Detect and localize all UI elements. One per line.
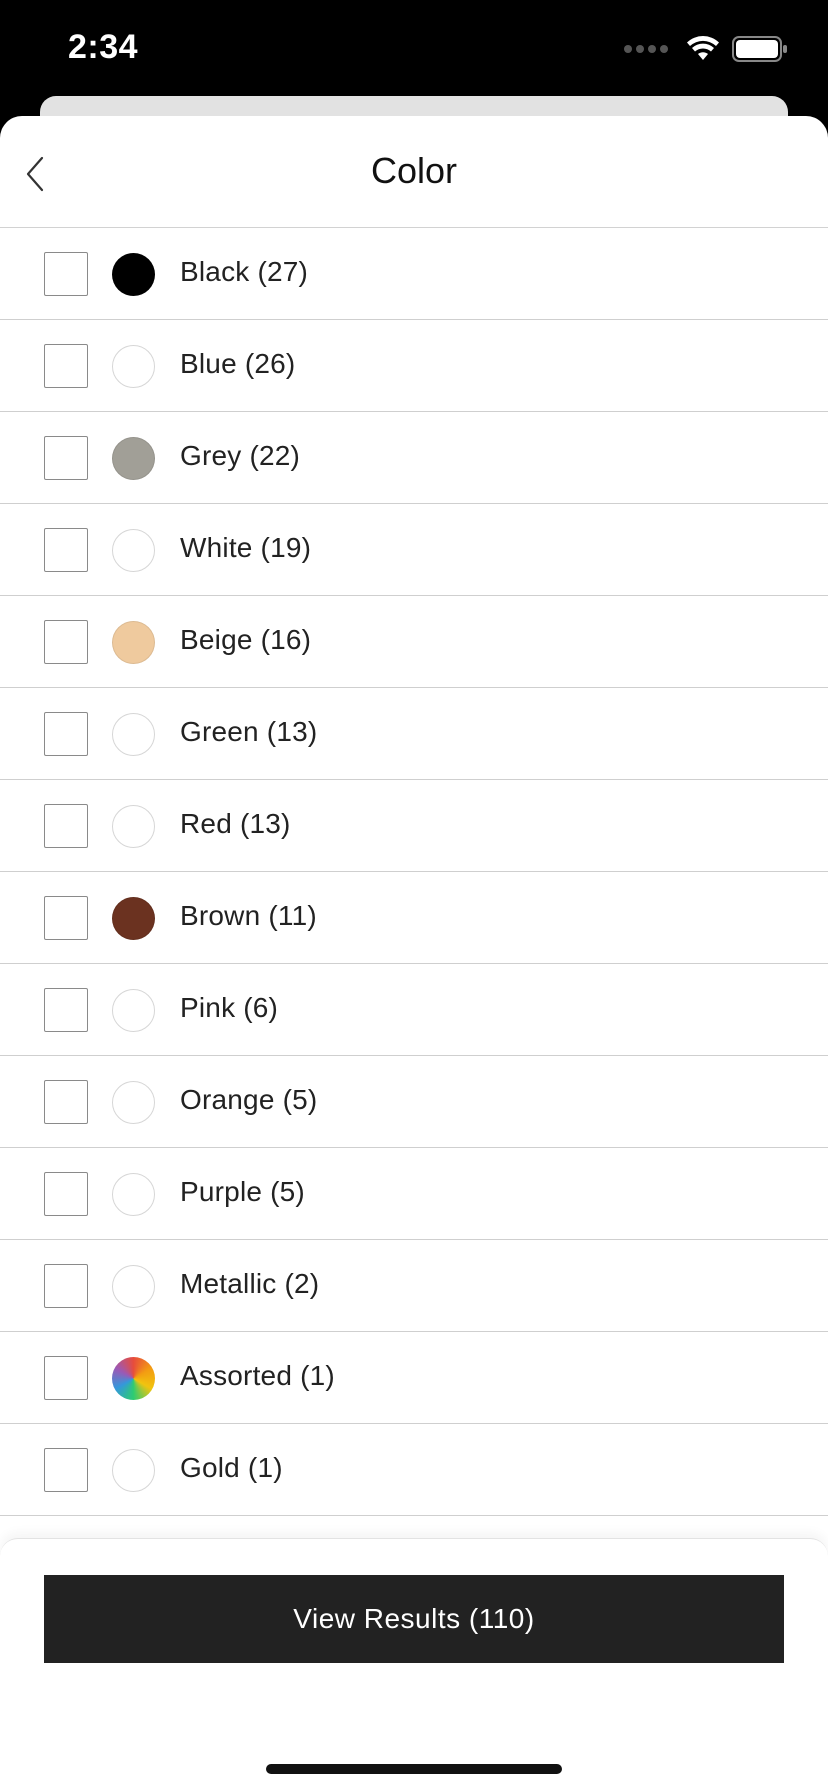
color-option-label: Orange (5)	[180, 1084, 318, 1115]
color-swatch	[112, 805, 155, 848]
color-option-row[interactable]: Pink (6)	[0, 964, 828, 1056]
checkbox[interactable]	[44, 712, 88, 756]
color-option-label: Red (13)	[180, 808, 291, 839]
checkbox[interactable]	[44, 252, 88, 296]
color-option-label: Metallic (2)	[180, 1268, 320, 1299]
cellular-signal-icon	[624, 45, 668, 53]
color-option-row[interactable]: Orange (5)	[0, 1056, 828, 1148]
color-option-label: Blue (26)	[180, 348, 296, 379]
checkbox[interactable]	[44, 804, 88, 848]
checkbox[interactable]	[44, 988, 88, 1032]
color-swatch	[112, 897, 155, 940]
color-swatch	[112, 345, 155, 388]
checkbox[interactable]	[44, 436, 88, 480]
color-option-list: Black (27) Blue (26) Grey (22) White (19) Be…	[0, 228, 828, 1516]
color-option-label: White (19)	[180, 532, 312, 563]
color-option-row[interactable]: Purple (5)	[0, 1148, 828, 1240]
color-option-label: Assorted (1)	[180, 1360, 335, 1391]
wifi-icon	[687, 36, 719, 60]
color-option-row[interactable]: Assorted (1)	[0, 1332, 828, 1424]
checkbox[interactable]	[44, 1448, 88, 1492]
color-option-row[interactable]: Metallic (2)	[0, 1240, 828, 1332]
color-option-row[interactable]: Brown (11)	[0, 872, 828, 964]
color-swatch	[112, 1173, 155, 1216]
status-icons	[624, 36, 788, 62]
color-option-label: Brown (11)	[180, 900, 317, 931]
battery-icon	[732, 36, 787, 62]
color-option-label: Green (13)	[180, 716, 318, 747]
color-option-row[interactable]: White (19)	[0, 504, 828, 596]
home-indicator	[266, 1764, 562, 1774]
color-swatch	[112, 713, 155, 756]
color-option-row[interactable]: Gold (1)	[0, 1424, 828, 1516]
checkbox[interactable]	[44, 344, 88, 388]
color-option-label: Gold (1)	[180, 1452, 283, 1483]
color-swatch	[112, 989, 155, 1032]
status-time: 2:34	[68, 28, 139, 66]
color-swatch	[112, 1265, 155, 1308]
color-swatch	[112, 253, 155, 296]
checkbox[interactable]	[44, 1172, 88, 1216]
color-option-row[interactable]: Beige (16)	[0, 596, 828, 688]
color-option-label: Pink (6)	[180, 992, 279, 1023]
color-option-label: Grey (22)	[180, 440, 301, 471]
checkbox[interactable]	[44, 1356, 88, 1400]
status-bar: 2:34	[0, 0, 828, 96]
sheet-footer: View Results (110)	[0, 1538, 828, 1792]
color-swatch	[112, 529, 155, 572]
checkbox[interactable]	[44, 620, 88, 664]
color-option-row[interactable]: Green (13)	[0, 688, 828, 780]
checkbox[interactable]	[44, 528, 88, 572]
color-option-row[interactable]: Red (13)	[0, 780, 828, 872]
color-swatch	[112, 437, 155, 480]
color-swatch	[112, 1449, 155, 1492]
color-option-row[interactable]: Grey (22)	[0, 412, 828, 504]
checkbox[interactable]	[44, 1264, 88, 1308]
view-results-button[interactable]: View Results (110)	[44, 1575, 784, 1663]
color-swatch	[112, 1081, 155, 1124]
color-swatch	[112, 1357, 155, 1400]
checkbox[interactable]	[44, 896, 88, 940]
color-swatch	[112, 621, 155, 664]
color-option-row[interactable]: Black (27)	[0, 228, 828, 320]
checkbox[interactable]	[44, 1080, 88, 1124]
sheet-header: Color	[0, 116, 828, 228]
color-option-label: Black (27)	[180, 256, 309, 287]
page-title: Color	[370, 150, 458, 191]
color-filter-sheet: Color Black (27) Blue (26) Grey (22) White …	[0, 116, 828, 1792]
color-option-label: Beige (16)	[180, 624, 312, 655]
home-indicator-area	[0, 1764, 828, 1774]
color-option-row[interactable]: Blue (26)	[0, 320, 828, 412]
color-option-label: Purple (5)	[180, 1176, 305, 1207]
